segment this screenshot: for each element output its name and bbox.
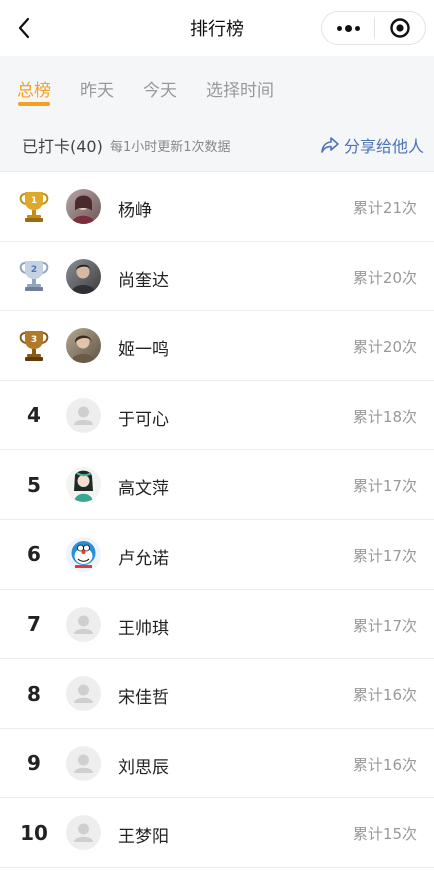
- rank-number: 6: [27, 542, 41, 567]
- rank-number: 9: [27, 751, 41, 776]
- total-count: 累计21次: [352, 199, 417, 217]
- default-avatar-icon: [74, 684, 93, 704]
- avatar: [66, 815, 101, 851]
- ranking-row[interactable]: 3 姬一鸣 累计20次: [0, 311, 434, 381]
- member-name: 于可心: [118, 409, 169, 430]
- member-name: 高文萍: [118, 479, 169, 500]
- ranking-row[interactable]: 5 高文萍 累计17次: [0, 450, 434, 520]
- default-avatar-icon: [74, 406, 93, 425]
- time-tabs: 总榜 昨天 今天 选择时间: [0, 56, 434, 114]
- tab-select-time[interactable]: 选择时间: [206, 76, 274, 101]
- member-name: 姬一鸣: [118, 340, 169, 361]
- rank-number: 10: [20, 820, 48, 845]
- cartoon-cat-avatar-icon: [71, 540, 96, 568]
- default-avatar-icon: [74, 615, 93, 634]
- rank-trophy: 3: [16, 311, 52, 380]
- member-name: 杨峥: [118, 201, 152, 221]
- total-count: 累计18次: [352, 407, 417, 426]
- member-name: 刘思辰: [118, 757, 169, 778]
- avatar: [66, 536, 101, 572]
- close-button[interactable]: [375, 12, 425, 44]
- avatar: [66, 676, 101, 712]
- avatar: [66, 606, 101, 642]
- ranking-row[interactable]: 4 于可心 累计18次: [0, 380, 434, 451]
- avatar: [66, 258, 101, 294]
- total-count: 累计17次: [352, 477, 417, 496]
- member-name: 宋佳哲: [118, 688, 169, 709]
- gold-trophy-icon: 1: [19, 191, 49, 222]
- rank-trophy: 1: [16, 172, 52, 241]
- total-count: 累计17次: [352, 616, 417, 635]
- member-name: 王梦阳: [118, 827, 169, 848]
- default-avatar-icon: [74, 823, 93, 843]
- total-count: 累计20次: [352, 338, 417, 357]
- total-count: 累计16次: [352, 755, 417, 774]
- ranking-row[interactable]: 7 王帅琪 累计17次: [0, 589, 434, 660]
- ranking-row[interactable]: 10 王梦阳 累计15次: [0, 798, 434, 868]
- more-button[interactable]: [322, 12, 374, 44]
- svg-text:1: 1: [31, 196, 37, 206]
- close-target-icon: [390, 18, 410, 38]
- avatar: [66, 745, 101, 781]
- active-tab-indicator: [18, 102, 50, 106]
- svg-text:3: 3: [31, 335, 37, 345]
- photo-avatar-icon: [71, 335, 96, 364]
- total-count: 累计16次: [352, 686, 417, 705]
- rank-number: 8: [27, 681, 41, 706]
- chevron-left-icon: [18, 17, 30, 39]
- share-button[interactable]: 分享给他人: [320, 133, 424, 157]
- default-avatar-icon: [74, 754, 93, 773]
- rank-number: 7: [27, 612, 41, 637]
- member-name: 卢允诺: [118, 548, 169, 569]
- ranking-row[interactable]: 8 宋佳哲 累计16次: [0, 659, 434, 729]
- tab-today[interactable]: 今天: [143, 76, 177, 101]
- ranking-row[interactable]: 2 尚奎达 累计20次: [0, 241, 434, 312]
- avatar: [66, 467, 101, 503]
- avatar: [66, 328, 101, 364]
- update-note: 每1小时更新1次数据: [110, 140, 231, 155]
- avatar: [66, 397, 101, 433]
- member-name: 王帅琪: [118, 618, 169, 639]
- tab-yesterday[interactable]: 昨天: [80, 76, 114, 101]
- ranking-list: 1 杨峥 累计21次 2 尚奎达 累计20次 3 姬一鸣 累计20次 4 于可心…: [0, 172, 434, 868]
- ranking-row[interactable]: 1 杨峥 累计21次: [0, 172, 434, 242]
- svg-text:2: 2: [31, 265, 37, 275]
- mini-program-capsule: [321, 11, 426, 45]
- share-label: 分享给他人: [344, 137, 425, 156]
- rank-number: 4: [27, 403, 41, 428]
- total-count: 累计15次: [352, 825, 417, 844]
- more-dots-icon: [336, 25, 342, 31]
- bronze-trophy-icon: 3: [19, 330, 49, 361]
- illustrated-avatar-icon: [74, 470, 93, 503]
- checkin-count: 已打卡(40): [22, 137, 103, 156]
- member-name: 尚奎达: [118, 270, 169, 291]
- rank-number: 5: [27, 472, 41, 497]
- photo-avatar-icon: [72, 195, 95, 224]
- nav-bar: 排行榜: [0, 0, 434, 56]
- back-button[interactable]: [12, 14, 36, 42]
- rank-trophy: 2: [16, 242, 52, 311]
- total-count: 累计17次: [352, 546, 417, 565]
- ranking-row[interactable]: 6 卢允诺 累计17次: [0, 519, 434, 590]
- silver-trophy-icon: 2: [19, 261, 49, 292]
- ranking-row[interactable]: 9 刘思辰 累计16次: [0, 728, 434, 799]
- info-bar: 已打卡(40) 每1小时更新1次数据 分享给他人: [0, 114, 434, 172]
- tab-total[interactable]: 总榜: [17, 76, 51, 101]
- total-count: 累计20次: [352, 268, 417, 287]
- share-icon: [321, 137, 339, 153]
- avatar: [66, 189, 101, 224]
- photo-avatar-icon: [71, 264, 96, 294]
